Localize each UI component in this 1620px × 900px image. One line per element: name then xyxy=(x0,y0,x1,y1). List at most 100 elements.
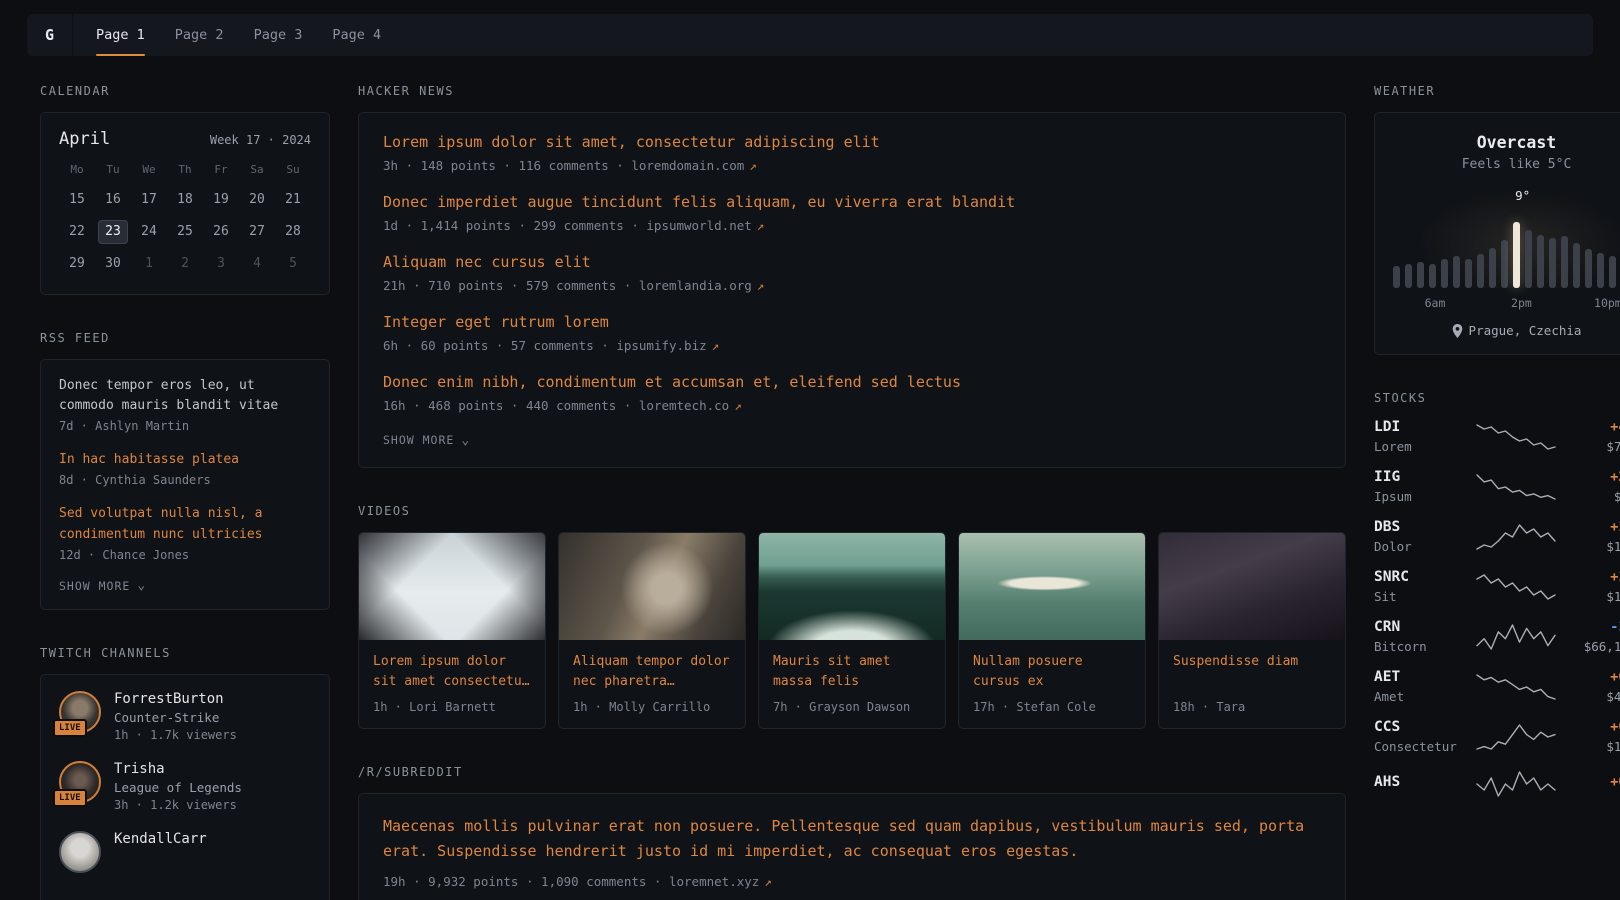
stock-row[interactable]: DBS Dolor +1.42% $156.28 xyxy=(1374,519,1620,554)
hacker-news-item-stats: 16h · 468 points · 440 comments · xyxy=(383,398,631,413)
stock-price: $156.28 xyxy=(1566,539,1620,554)
calendar-day: 4 xyxy=(242,252,272,276)
twitch-channel-row[interactable]: LIVE Trisha League of Legends 3h · 1.2k … xyxy=(59,761,311,812)
page-tab[interactable]: Page 1 xyxy=(81,14,160,56)
weather-bar-chart: 9° xyxy=(1393,188,1620,288)
dashboard: CALENDAR April Week 17 · 2024 MoTuWeThFr… xyxy=(40,84,1545,900)
external-link-icon: ↗ xyxy=(712,338,720,353)
weather-bar xyxy=(1489,248,1496,288)
weather-bar xyxy=(1393,266,1400,288)
page-tab[interactable]: Page 4 xyxy=(317,14,396,56)
external-link-icon: ↗ xyxy=(764,874,772,889)
app-logo[interactable]: G xyxy=(27,14,73,56)
hacker-news-item: Donec imperdiet augue tincidunt felis al… xyxy=(383,193,1321,233)
page-tab[interactable]: Page 3 xyxy=(239,14,318,56)
hacker-news-item-title[interactable]: Lorem ipsum dolor sit amet, consectetur … xyxy=(383,133,1321,151)
video-title[interactable]: Suspendisse diam xyxy=(1159,640,1345,692)
twitch-channel-name[interactable]: KendallCarr xyxy=(114,831,207,847)
hacker-news-item-meta: 16h · 468 points · 440 comments · loremt… xyxy=(383,398,1321,413)
stock-row[interactable]: SNRC Sit +1.36% $148.64 xyxy=(1374,569,1620,604)
stock-ticker: SNRC xyxy=(1374,569,1466,585)
calendar-day: 18 xyxy=(170,188,200,212)
twitch-channel-row[interactable]: LIVE ForrestBurton Counter-Strike 1h · 1… xyxy=(59,691,311,742)
rss-show-more-button[interactable]: SHOW MORE ⌄ xyxy=(59,579,311,593)
video-card[interactable]: Aliquam tempor dolor nec pharetra… 1h · … xyxy=(558,532,746,729)
calendar-dow: Mo xyxy=(59,163,95,176)
calendar-day: 1 xyxy=(134,252,164,276)
hacker-news-item: Integer eget rutrum lorem 6h · 60 points… xyxy=(383,313,1321,353)
calendar-day: 21 xyxy=(278,188,308,212)
stock-row[interactable]: AHS +0.46% xyxy=(1374,769,1620,799)
hacker-news-item-domain[interactable]: loremlandia.org xyxy=(639,278,752,293)
stock-identity: IIG Ipsum xyxy=(1374,469,1466,504)
hacker-news-item-domain[interactable]: ipsumify.biz xyxy=(616,338,706,353)
stock-name: Ipsum xyxy=(1374,489,1466,504)
video-meta: 7h · Grayson Dawson xyxy=(759,692,945,728)
stock-values: +2.84% $42.04 xyxy=(1566,469,1620,504)
video-card[interactable]: Lorem ipsum dolor sit amet consectetu… 1… xyxy=(358,532,546,729)
calendar-day: 26 xyxy=(206,220,236,244)
video-card[interactable]: Nullam posuere cursus ex 17h · Stefan Co… xyxy=(958,532,1146,729)
stock-change: +0.51% xyxy=(1566,719,1620,735)
subreddit-post-title[interactable]: Maecenas mollis pulvinar erat non posuer… xyxy=(383,814,1321,864)
weather-bar xyxy=(1477,254,1484,288)
hacker-news-item-domain[interactable]: loremdomain.com xyxy=(631,158,744,173)
videos-widget: VIDEOS Lorem ipsum dolor sit amet consec… xyxy=(358,504,1346,729)
hacker-news-item-title[interactable]: Donec imperdiet augue tincidunt felis al… xyxy=(383,193,1321,211)
stock-sparkline xyxy=(1474,722,1558,752)
rss-item-title[interactable]: In hac habitasse platea xyxy=(59,450,311,470)
hacker-news-item-title[interactable]: Donec enim nibh, condimentum et accumsan… xyxy=(383,373,1321,391)
weather-condition: Overcast xyxy=(1391,133,1620,152)
twitch-channel-row[interactable]: KendallCarr xyxy=(59,831,311,873)
video-title[interactable]: Aliquam tempor dolor nec pharetra… xyxy=(559,640,745,692)
stock-row[interactable]: AET Amet +0.92% $499.72 xyxy=(1374,669,1620,704)
weather-bar xyxy=(1609,256,1616,288)
video-thumbnail xyxy=(959,533,1145,640)
stock-identity: CRN Bitcorn xyxy=(1374,619,1466,654)
calendar-day: 23 xyxy=(98,220,128,244)
weather-bar xyxy=(1585,249,1592,288)
video-card[interactable]: Suspendisse diam 18h · Tara xyxy=(1158,532,1346,729)
chevron-down-icon: ⌄ xyxy=(137,579,146,592)
weather-section-title: WEATHER xyxy=(1374,84,1620,98)
twitch-card: LIVE ForrestBurton Counter-Strike 1h · 1… xyxy=(40,674,330,900)
video-title[interactable]: Nullam posuere cursus ex xyxy=(959,640,1145,692)
hacker-news-item-domain[interactable]: ipsumworld.net xyxy=(646,218,751,233)
subreddit-section-title: /R/SUBREDDIT xyxy=(358,765,1346,779)
stock-values: +4.35% $795.18 xyxy=(1566,419,1620,454)
twitch-channel-meta: 1h · 1.7k viewers xyxy=(114,728,237,742)
video-title[interactable]: Mauris sit amet massa felis xyxy=(759,640,945,692)
calendar-day: 15 xyxy=(62,188,92,212)
stock-row[interactable]: IIG Ipsum +2.84% $42.04 xyxy=(1374,469,1620,504)
page-tab[interactable]: Page 2 xyxy=(160,14,239,56)
hacker-news-item-title[interactable]: Integer eget rutrum lorem xyxy=(383,313,1321,331)
video-meta: 1h · Lori Barnett xyxy=(359,692,545,728)
twitch-channel-name[interactable]: Trisha xyxy=(114,761,242,777)
video-title[interactable]: Lorem ipsum dolor sit amet consectetu… xyxy=(359,640,545,692)
stock-name: Dolor xyxy=(1374,539,1466,554)
stock-row[interactable]: CCS Consectetur +0.51% $165.84 xyxy=(1374,719,1620,754)
twitch-channel-game: Counter-Strike xyxy=(114,710,237,725)
rss-item-title[interactable]: Donec tempor eros leo, ut commodo mauris… xyxy=(59,376,311,416)
stock-price: $499.72 xyxy=(1566,689,1620,704)
hacker-news-item-domain[interactable]: loremtech.co xyxy=(639,398,729,413)
weather-bar xyxy=(1501,240,1508,288)
hacker-news-show-more-button[interactable]: SHOW MORE ⌄ xyxy=(383,433,1321,447)
rss-widget: RSS FEED Donec tempor eros leo, ut commo… xyxy=(40,331,330,610)
rss-item-title[interactable]: Sed volutpat nulla nisl, a condimentum n… xyxy=(59,504,311,544)
hacker-news-item-title[interactable]: Aliquam nec cursus elit xyxy=(383,253,1321,271)
hacker-news-item-stats: 3h · 148 points · 116 comments · xyxy=(383,158,624,173)
left-column: CALENDAR April Week 17 · 2024 MoTuWeThFr… xyxy=(40,84,330,900)
video-card[interactable]: Mauris sit amet massa felis 7h · Grayson… xyxy=(758,532,946,729)
stock-row[interactable]: CRN Bitcorn -1.00% $66,171.48 xyxy=(1374,619,1620,654)
stock-row[interactable]: LDI Lorem +4.35% $795.18 xyxy=(1374,419,1620,454)
hacker-news-item-stats: 6h · 60 points · 57 comments · xyxy=(383,338,609,353)
subreddit-post-domain[interactable]: loremnet.xyz xyxy=(669,874,759,889)
twitch-channel-name[interactable]: ForrestBurton xyxy=(114,691,237,707)
stocks-section-title: STOCKS xyxy=(1374,391,1620,405)
calendar-day: 5 xyxy=(278,252,308,276)
avatar xyxy=(59,831,101,873)
weather-bar xyxy=(1549,238,1556,288)
calendar-day: 17 xyxy=(134,188,164,212)
stock-ticker: IIG xyxy=(1374,469,1466,485)
